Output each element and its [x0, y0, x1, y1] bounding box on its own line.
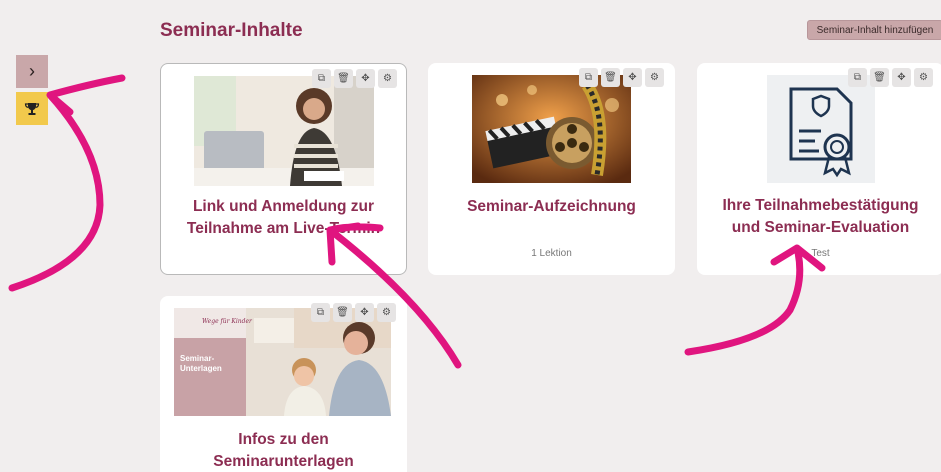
card-title: Ihre Teilnahmebestätigung und Seminar-Ev… — [722, 197, 919, 236]
page-title: Seminar-Inhalte — [160, 20, 303, 41]
content-card-aufzeichnung[interactable]: ⧉ 🗑 ✥ ⚙ Seminar-Aufzeichnung 1 Lektion — [428, 63, 675, 275]
settings-icon[interactable]: ⚙ — [378, 69, 397, 88]
move-icon[interactable]: ✥ — [355, 303, 374, 322]
card-title: Infos zu den Seminarunterlagen — [213, 431, 354, 470]
copy-icon[interactable]: ⧉ — [579, 68, 598, 87]
card-toolbar: ⧉ 🗑 ✥ ⚙ — [312, 69, 397, 88]
card-type-label: Test — [811, 248, 830, 259]
thumbnail-label: Seminar-Unterlagen — [180, 354, 222, 373]
add-seminar-content-button[interactable]: Seminar-Inhalt hinzufügen — [807, 20, 941, 40]
move-icon[interactable]: ✥ — [892, 68, 911, 87]
settings-icon[interactable]: ⚙ — [914, 68, 933, 87]
card-toolbar: ⧉ 🗑 ✥ ⚙ — [579, 68, 664, 87]
content-card-live-termin[interactable]: ⧉ 🗑 ✥ ⚙ Link und Anmeldung zur Teilnahme… — [160, 63, 407, 275]
copy-icon[interactable]: ⧉ — [848, 68, 867, 87]
card-toolbar: ⧉ 🗑 ✥ ⚙ — [848, 68, 933, 87]
content-card-seminarunterlagen[interactable]: Wege für Kinder Seminar-Unterlagen ⧉ 🗑 ✥… — [160, 296, 407, 472]
card-thumbnail — [194, 76, 374, 186]
card-thumbnail — [472, 75, 631, 183]
settings-icon[interactable]: ⚙ — [645, 68, 664, 87]
trash-icon[interactable]: 🗑 — [334, 69, 353, 88]
sidebar-toggle-button[interactable]: › — [16, 55, 48, 88]
card-title: Seminar-Aufzeichnung — [467, 198, 636, 215]
trash-icon[interactable]: 🗑 — [333, 303, 352, 322]
card-toolbar: ⧉ 🗑 ✥ ⚙ — [311, 303, 396, 322]
trophy-icon — [24, 102, 40, 115]
certificate-icon — [767, 75, 875, 183]
card-lesson-count: 1 Lektion — [531, 248, 572, 259]
content-card-teilnahmebestaetigung[interactable]: ⧉ 🗑 ✥ ⚙ Ihre Teilnahmebestätigung und Se… — [697, 63, 941, 275]
card-thumbnail: Wege für Kinder Seminar-Unterlagen — [174, 308, 391, 416]
thumbnail-brand: Wege für Kinder — [202, 318, 252, 325]
chevron-right-icon: › — [29, 61, 35, 81]
card-title: Link und Anmeldung zur Teilnahme am Live… — [186, 198, 381, 237]
move-icon[interactable]: ✥ — [356, 69, 375, 88]
trash-icon[interactable]: 🗑 — [870, 68, 889, 87]
trophy-button[interactable] — [16, 92, 48, 125]
copy-icon[interactable]: ⧉ — [312, 69, 331, 88]
trash-icon[interactable]: 🗑 — [601, 68, 620, 87]
copy-icon[interactable]: ⧉ — [311, 303, 330, 322]
move-icon[interactable]: ✥ — [623, 68, 642, 87]
settings-icon[interactable]: ⚙ — [377, 303, 396, 322]
